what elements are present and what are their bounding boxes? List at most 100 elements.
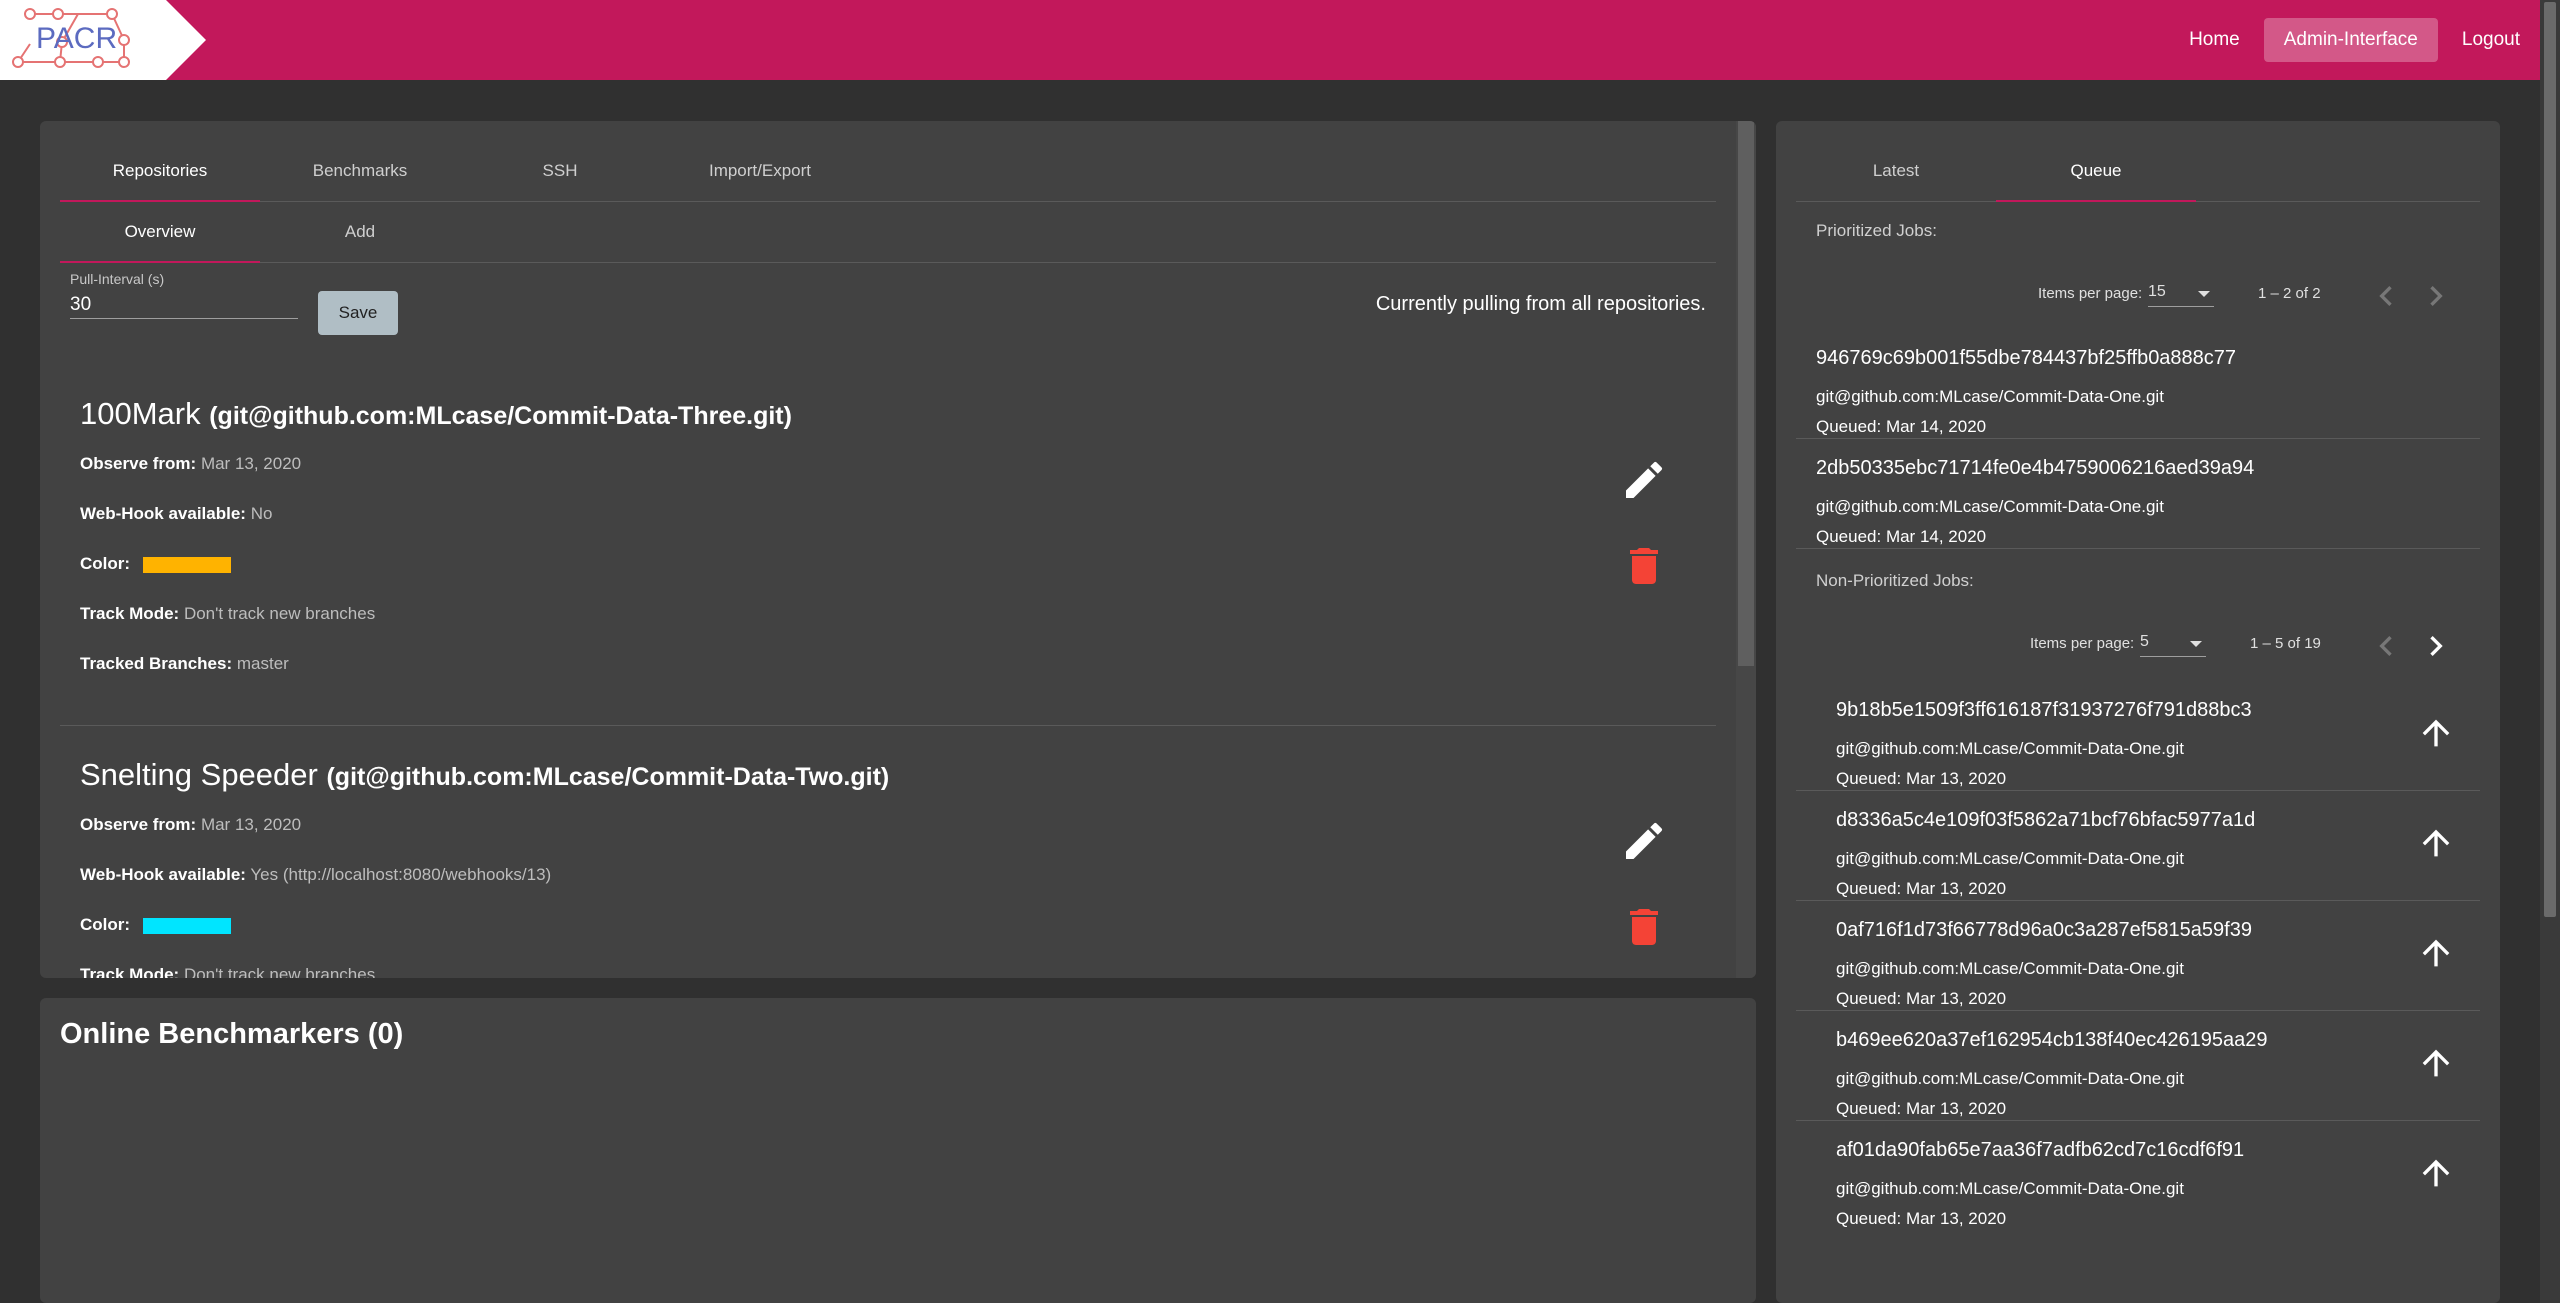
pacr-logo[interactable]: PACR — [0, 0, 206, 80]
webhook-label: Web-Hook available: — [80, 504, 246, 523]
arrow-up-icon — [2422, 719, 2450, 747]
track-mode-value: Don't track new branches — [183, 965, 376, 978]
webhook-label: Web-Hook available: — [80, 865, 246, 884]
nav-home-button[interactable]: Home — [2169, 18, 2260, 62]
repository-subtabs: Overview Add — [60, 202, 1716, 263]
prioritized-paginator: Items per page: 15 1 – 2 of 2 — [1796, 271, 2480, 321]
webhook-value: No — [250, 504, 273, 523]
edit-repository-button[interactable] — [1620, 456, 1668, 504]
prioritize-job-button[interactable] — [2416, 713, 2456, 753]
tracked-branches-value: master — [236, 654, 289, 673]
repository-name: 100Mark — [80, 396, 201, 431]
next-page-button[interactable] — [2416, 626, 2456, 666]
prioritize-job-button[interactable] — [2416, 1043, 2456, 1083]
chevron-right-icon — [2430, 286, 2443, 306]
job-queued-date: Queued: Mar 13, 2020 — [1836, 989, 2007, 1008]
repository-title: Snelting Speeder (git@github.com:MLcase/… — [80, 757, 889, 793]
job-queued-date: Queued: Mar 13, 2020 — [1836, 1099, 2007, 1118]
job-queued-date: Queued: Mar 13, 2020 — [1836, 879, 2007, 898]
tab-add[interactable]: Add — [260, 202, 460, 262]
tab-overview[interactable]: Overview — [60, 202, 260, 263]
job-repository: git@github.com:MLcase/Commit-Data-One.gi… — [1836, 739, 2184, 758]
next-page-button[interactable] — [2416, 276, 2456, 316]
tab-ssh[interactable]: SSH — [460, 141, 660, 201]
trash-icon — [1630, 909, 1658, 945]
tab-repositories[interactable]: Repositories — [60, 141, 260, 202]
job-repository: git@github.com:MLcase/Commit-Data-One.gi… — [1836, 1179, 2184, 1198]
prioritized-job-item[interactable]: 2db50335ebc71714fe0e4b4759006216aed39a94… — [1796, 441, 2480, 549]
delete-repository-button[interactable] — [1620, 903, 1668, 951]
non-prioritized-job-item[interactable]: d8336a5c4e109f03f5862a71bcf76bfac5977a1d… — [1796, 793, 2480, 901]
track-mode-value: Don't track new branches — [183, 604, 376, 623]
webhook-value: Yes (http://localhost:8080/webhooks/13) — [250, 865, 552, 884]
items-per-page-value: 5 — [2140, 633, 2149, 650]
webhook-row: Web-Hook available: No — [80, 504, 272, 524]
window-scrollbar[interactable] — [2540, 0, 2560, 1303]
observe-from-row: Observe from: Mar 13, 2020 — [80, 454, 301, 474]
pull-interval-input[interactable] — [70, 291, 298, 319]
tab-benchmarks[interactable]: Benchmarks — [260, 141, 460, 201]
items-per-page-select[interactable]: 15 — [2148, 283, 2214, 307]
repository-title: 100Mark (git@github.com:MLcase/Commit-Da… — [80, 396, 792, 432]
color-row: Color: — [80, 915, 231, 935]
job-queued-date: Queued: Mar 13, 2020 — [1836, 1209, 2007, 1228]
job-hash: d8336a5c4e109f03f5862a71bcf76bfac5977a1d — [1836, 809, 2256, 831]
prioritize-job-button[interactable] — [2416, 823, 2456, 863]
pull-interval-label: Pull-Interval (s) — [70, 271, 165, 287]
job-hash: b469ee620a37ef162954cb138f40ec426195aa29 — [1836, 1029, 2268, 1051]
pull-interval-field: Pull-Interval (s) — [70, 271, 298, 319]
arrow-up-icon — [2422, 939, 2450, 967]
previous-page-button[interactable] — [2366, 276, 2406, 316]
observe-from-row: Observe from: Mar 13, 2020 — [80, 815, 301, 835]
top-nav: Home Admin-Interface Logout — [2165, 18, 2540, 62]
items-per-page-label: Items per page: — [2038, 285, 2143, 302]
job-hash: 946769c69b001f55dbe784437bf25ffb0a888c77 — [1816, 347, 2237, 369]
caret-down-icon — [2190, 641, 2202, 647]
chevron-left-icon — [2379, 286, 2392, 306]
prioritize-job-button[interactable] — [2416, 933, 2456, 973]
window-scrollbar-thumb[interactable] — [2544, 2, 2556, 917]
prioritize-job-button[interactable] — [2416, 1153, 2456, 1193]
edit-repository-button[interactable] — [1620, 817, 1668, 865]
job-repository: git@github.com:MLcase/Commit-Data-One.gi… — [1816, 497, 2164, 516]
queue-card: Latest Queue Prioritized Jobs: Items per… — [1776, 121, 2500, 1303]
admin-card-scrollbar-thumb[interactable] — [1738, 121, 1754, 666]
color-label: Color: — [80, 915, 131, 934]
tab-import-export[interactable]: Import/Export — [660, 141, 860, 201]
items-per-page-select[interactable]: 5 — [2140, 633, 2206, 657]
save-button[interactable]: Save — [318, 291, 398, 335]
job-repository: git@github.com:MLcase/Commit-Data-One.gi… — [1836, 959, 2184, 978]
non-prioritized-job-item[interactable]: b469ee620a37ef162954cb138f40ec426195aa29… — [1796, 1013, 2480, 1121]
tab-queue[interactable]: Queue — [1996, 141, 2196, 202]
arrow-up-icon — [2422, 1049, 2450, 1077]
tab-latest[interactable]: Latest — [1796, 141, 1996, 201]
repository-url: (git@github.com:MLcase/Commit-Data-Two.g… — [326, 763, 890, 791]
repository-item: Snelting Speeder (git@github.com:MLcase/… — [60, 737, 1716, 978]
non-prioritized-job-item[interactable]: 9b18b5e1509f3ff616187f31937276f791d88bc3… — [1796, 683, 2480, 791]
previous-page-button[interactable] — [2366, 626, 2406, 666]
job-hash: af01da90fab65e7aa36f7adfb62cd7c16cdf6f91 — [1836, 1139, 2245, 1161]
items-per-page-label: Items per page: — [2030, 635, 2135, 652]
observe-from-value: Mar 13, 2020 — [200, 454, 302, 473]
non-prioritized-job-item[interactable]: 0af716f1d73f66778d96a0c3a287ef5815a59f39… — [1796, 903, 2480, 1011]
prioritized-job-item[interactable]: 946769c69b001f55dbe784437bf25ffb0a888c77… — [1796, 331, 2480, 439]
repository-name: Snelting Speeder — [80, 757, 318, 792]
pull-status-text: Currently pulling from all repositories. — [1375, 293, 1706, 315]
non-prioritized-jobs-label: Non-Prioritized Jobs: — [1816, 571, 1974, 590]
track-mode-label: Track Mode: — [80, 965, 180, 978]
track-mode-row: Track Mode: Don't track new branches — [80, 965, 375, 978]
pencil-icon — [1626, 461, 1663, 498]
non-prioritized-job-item[interactable]: af01da90fab65e7aa36f7adfb62cd7c16cdf6f91… — [1796, 1123, 2480, 1231]
observe-from-value: Mar 13, 2020 — [200, 815, 302, 834]
admin-card-scrollbar[interactable] — [1736, 121, 1756, 978]
job-repository: git@github.com:MLcase/Commit-Data-One.gi… — [1836, 849, 2184, 868]
job-queued-date: Queued: Mar 14, 2020 — [1816, 527, 1987, 546]
nav-logout-button[interactable]: Logout — [2442, 18, 2540, 62]
nav-admin-interface-button[interactable]: Admin-Interface — [2263, 18, 2438, 62]
page-range-label: 1 – 5 of 19 — [2250, 635, 2321, 652]
repository-url: (git@github.com:MLcase/Commit-Data-Three… — [209, 402, 792, 430]
color-swatch — [142, 917, 231, 934]
job-repository: git@github.com:MLcase/Commit-Data-One.gi… — [1816, 387, 2164, 406]
delete-repository-button[interactable] — [1620, 542, 1668, 590]
caret-down-icon — [2198, 291, 2210, 297]
